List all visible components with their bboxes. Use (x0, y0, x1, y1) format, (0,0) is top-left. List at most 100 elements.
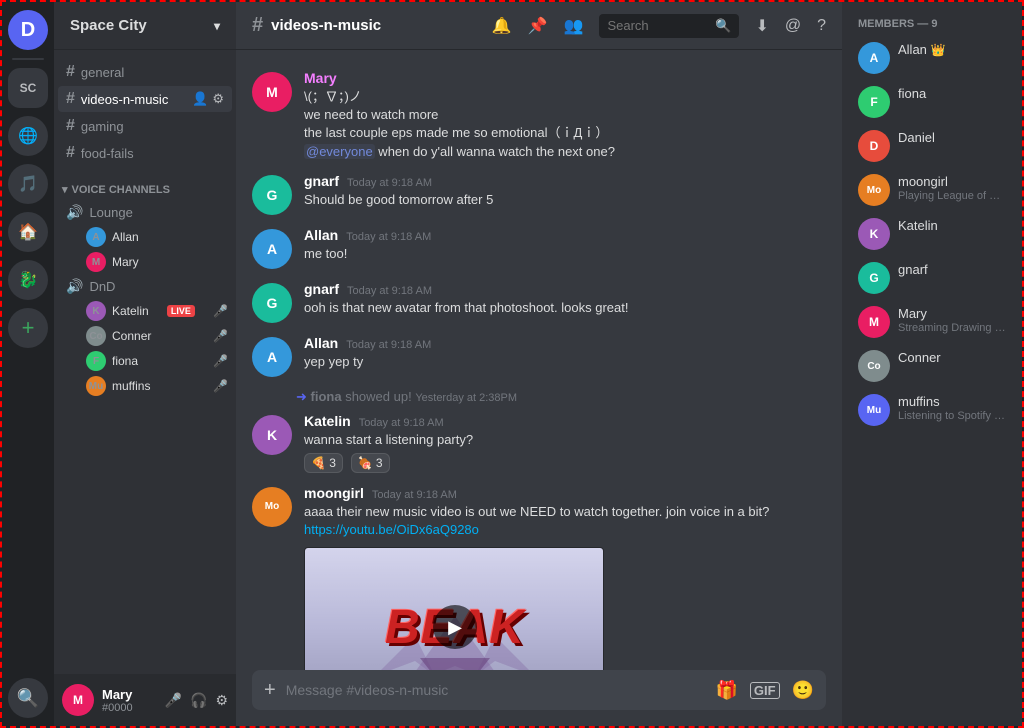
search-bar[interactable]: 🔍 (599, 14, 739, 38)
channel-item-food-fails[interactable]: # food-fails (58, 140, 232, 166)
member-name: moongirl (898, 174, 1006, 189)
at-icon[interactable]: @ (785, 17, 801, 35)
system-message: ➜ fiona showed up! Yesterday at 2:38PM (236, 385, 842, 409)
voice-member-name: Conner (112, 329, 151, 343)
member-item-fiona[interactable]: F fiona (850, 82, 1014, 122)
emoji-icon[interactable]: 🙂 (792, 680, 814, 701)
voice-member-fiona[interactable]: F fiona 🎤 (58, 349, 232, 373)
voice-member-allan[interactable]: A Allan (58, 225, 232, 249)
member-name: fiona (898, 86, 1006, 101)
channel-name: videos-n-music (81, 92, 168, 107)
pin-icon[interactable]: 📌 (528, 16, 548, 36)
server-icon-2[interactable]: 🌐 (8, 116, 48, 156)
server-icon-3[interactable]: 🎵 (8, 164, 48, 204)
voice-channels-section[interactable]: ▾ VOICE CHANNELS (54, 167, 236, 200)
server-icon-4[interactable]: 🏠 (8, 212, 48, 252)
settings-icon[interactable]: ⚙ (215, 692, 228, 709)
message-author: gnarf (304, 173, 339, 189)
member-avatar: M (858, 306, 890, 338)
member-info: Mary Streaming Drawing 🖊️ (898, 306, 1006, 334)
explore-button[interactable]: 🔍 (8, 678, 48, 718)
member-name: muffins (898, 394, 1006, 409)
avatar: M (252, 72, 292, 112)
avatar: A (252, 337, 292, 377)
member-avatar: D (858, 130, 890, 162)
gift-icon[interactable]: 🎁 (715, 680, 737, 701)
add-server-button[interactable]: + (8, 308, 48, 348)
member-status: Streaming Drawing 🖊️ (898, 321, 1006, 334)
avatar: Mo (252, 487, 292, 527)
triangle-decoration (420, 658, 490, 670)
channel-item-gaming[interactable]: # gaming (58, 113, 232, 139)
message-header: gnarf Today at 9:18 AM (304, 173, 826, 189)
member-item-allan[interactable]: A Allan 👑 (850, 38, 1014, 78)
member-item-muffins[interactable]: Mu muffins Listening to Spotify 🎵 (850, 390, 1014, 430)
discriminator: #0000 (102, 702, 157, 714)
server-icon-space-city[interactable]: SC (8, 68, 48, 108)
message-header: moongirl Today at 9:18 AM (304, 485, 826, 501)
system-timestamp: Yesterday at 2:38PM (415, 392, 517, 404)
mention: @everyone (304, 144, 375, 159)
voice-member-icons: 🎤 (213, 329, 228, 343)
member-name: Conner (898, 350, 1006, 365)
microphone-icon[interactable]: 🎤 (165, 692, 182, 709)
member-item-daniel[interactable]: D Daniel (850, 126, 1014, 166)
member-avatar: K (858, 218, 890, 250)
voice-member-conner[interactable]: Co Conner 🎤 (58, 324, 232, 348)
member-info: gnarf (898, 262, 1006, 277)
member-status: Listening to Spotify 🎵 (898, 409, 1006, 422)
member-name: Daniel (898, 130, 1006, 145)
voice-member-icons: 🎤 (213, 354, 228, 368)
voice-member-name: Katelin (112, 304, 149, 318)
voice-channel-dnd[interactable]: 🔊 DnD (58, 275, 232, 298)
search-input[interactable] (607, 18, 709, 33)
help-icon[interactable]: ? (817, 17, 826, 35)
voice-channel-name: DnD (89, 279, 115, 294)
search-icon: 🔍 (715, 18, 731, 34)
voice-member-muffins[interactable]: Mu muffins 🎤 (58, 374, 232, 398)
member-info: Daniel (898, 130, 1006, 145)
message-input[interactable] (286, 670, 706, 710)
discord-home-button[interactable]: D (8, 10, 48, 50)
video-embed[interactable]: BEAK ▶ (304, 547, 604, 670)
bell-icon[interactable]: 🔔 (492, 16, 512, 36)
add-attachment-icon[interactable]: + (264, 679, 276, 702)
members-icon[interactable]: 👥 (564, 16, 584, 36)
message-timestamp: Today at 9:18 AM (347, 177, 432, 189)
server-name: Space City (70, 17, 147, 34)
voice-member-mary[interactable]: M Mary (58, 250, 232, 274)
message-group: M Mary \(；∇；)ノ we need to watch more the… (236, 66, 842, 165)
member-item-moongirl[interactable]: Mo moongirl Playing League of Legends 🎮 (850, 170, 1014, 210)
voice-member-katelin[interactable]: K Katelin LIVE 🎤 (58, 299, 232, 323)
server-icon-5[interactable]: 🐉 (8, 260, 48, 300)
download-icon[interactable]: ⬇ (755, 16, 768, 36)
divider (12, 58, 44, 60)
message-content: Allan Today at 9:18 AM me too! (304, 227, 826, 269)
reaction-meat[interactable]: 🍖 3 (351, 453, 390, 473)
voice-section-label: VOICE CHANNELS (72, 184, 170, 196)
message-header: Allan Today at 9:18 AM (304, 335, 826, 351)
join-arrow-icon: ➜ (296, 389, 307, 404)
reaction-pizza[interactable]: 🍕 3 (304, 453, 343, 473)
message-author: Allan (304, 335, 338, 351)
channel-item-videos-n-music[interactable]: # videos-n-music 👤 ⚙ (58, 86, 232, 112)
add-member-icon[interactable]: 👤 (192, 91, 208, 107)
messages-area: M Mary \(；∇；)ノ we need to watch more the… (236, 50, 842, 670)
server-header[interactable]: Space City ▾ (54, 2, 236, 50)
play-button[interactable]: ▶ (433, 605, 477, 649)
youtube-link[interactable]: https://youtu.be/OiDx6aQ928o (304, 522, 479, 537)
headset-icon[interactable]: 🎧 (190, 692, 207, 709)
channel-name: food-fails (81, 146, 134, 161)
voice-member-name: muffins (112, 379, 150, 393)
gif-icon[interactable]: GIF (750, 682, 780, 699)
message-header: Katelin Today at 9:18 AM (304, 413, 826, 429)
voice-member-name: Allan (112, 230, 139, 244)
member-item-gnarf[interactable]: G gnarf (850, 258, 1014, 298)
voice-channel-lounge[interactable]: 🔊 Lounge (58, 201, 232, 224)
message-content: Mary \(；∇；)ノ we need to watch more the l… (304, 70, 826, 161)
member-item-conner[interactable]: Co Conner (850, 346, 1014, 386)
member-item-mary[interactable]: M Mary Streaming Drawing 🖊️ (850, 302, 1014, 342)
channel-item-general[interactable]: # general (58, 59, 232, 85)
member-item-katelin[interactable]: K Katelin (850, 214, 1014, 254)
gear-icon[interactable]: ⚙ (212, 91, 224, 107)
